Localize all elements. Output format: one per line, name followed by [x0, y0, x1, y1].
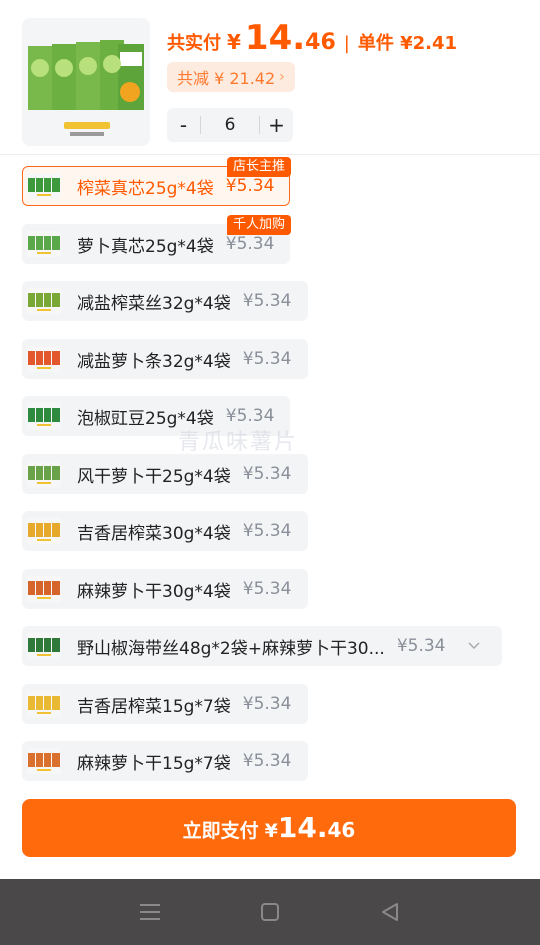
pay-amount-decimal: 46 [327, 818, 356, 842]
variant-name: 麻辣萝卜干15g*7袋 [77, 753, 231, 774]
variant-price: ¥5.34 [242, 521, 292, 541]
variant-option[interactable]: 麻辣萝卜干15g*7袋 ¥5.34 [22, 741, 308, 781]
variant-price: ¥5.34 [242, 464, 292, 484]
variant-price: ¥5.34 [225, 406, 275, 426]
variant-thumbnail [27, 518, 61, 544]
home-square-icon[interactable] [250, 892, 290, 932]
pay-now-button[interactable]: 立即支付 ¥ 14. 46 [22, 799, 516, 857]
quantity-stepper[interactable]: - 6 + [167, 108, 293, 142]
variant-name: 风干萝卜干25g*4袋 [77, 466, 231, 487]
product-image [22, 18, 150, 146]
variant-thumbnail [27, 403, 61, 429]
pay-button-label: 立即支付 [182, 820, 259, 842]
variant-name: 减盐萝卜条32g*4袋 [77, 351, 231, 372]
variant-thumbnail [27, 231, 61, 257]
variant-thumbnail [27, 288, 61, 314]
variant-price: ¥5.34 [242, 291, 292, 311]
variant-thumbnail [27, 461, 61, 487]
variant-option[interactable]: 麻辣萝卜干30g*4袋 ¥5.34 [22, 569, 308, 609]
increment-button[interactable]: + [260, 113, 293, 137]
variant-thumbnail [27, 748, 61, 774]
variant-option[interactable]: 萝卜真芯25g*4袋 ¥5.34 千人加购 [22, 215, 291, 264]
variant-option[interactable]: 榨菜真芯25g*4袋 ¥5.34 店长主推 [22, 157, 291, 206]
variant-option[interactable]: 减盐榨菜丝32g*4袋 ¥5.34 [22, 281, 308, 321]
variant-thumbnail [27, 346, 61, 372]
total-price-line: 共实付 ¥ 14. 46 | 单件 ¥2.41 [167, 18, 457, 62]
total-label: 共实付 [167, 33, 221, 54]
variant-price: ¥5.34 [242, 751, 292, 771]
order-summary-header: 共实付 ¥ 14. 46 | 单件 ¥2.41 共减 ¥ 21.42 › - 6… [0, 0, 540, 155]
variant-option[interactable]: 风干萝卜干25g*4袋 ¥5.34 [22, 454, 308, 494]
variant-name: 萝卜真芯25g*4袋 [77, 236, 214, 257]
variant-name: 吉香居榨菜15g*7袋 [77, 696, 231, 717]
unit-price: 单件 ¥2.41 [357, 33, 458, 54]
discount-label: 共减 ¥ 21.42 [177, 69, 276, 88]
variant-thumbnail [27, 576, 61, 602]
variant-price: ¥5.34 [225, 176, 275, 196]
currency-symbol: ¥ [227, 30, 241, 54]
variant-price: ¥5.34 [242, 579, 292, 599]
quantity-value[interactable]: 6 [200, 116, 260, 134]
variant-name: 减盐榨菜丝32g*4袋 [77, 293, 231, 314]
variant-option[interactable]: 吉香居榨菜30g*4袋 ¥5.34 [22, 511, 308, 551]
chevron-down-icon[interactable] [467, 639, 480, 653]
watermark: 青瓜味薯片 [178, 430, 299, 455]
total-integer: 14. [244, 18, 306, 58]
variant-price: ¥5.34 [242, 694, 292, 714]
variant-thumbnail [27, 173, 61, 199]
discount-tag[interactable]: 共减 ¥ 21.42 › [167, 62, 295, 92]
decrement-button[interactable]: - [167, 113, 200, 137]
promo-badge: 店长主推 [226, 157, 291, 177]
variant-price: ¥5.34 [242, 349, 292, 369]
variant-price: ¥5.34 [396, 636, 446, 656]
separator: | [343, 33, 350, 54]
variant-thumbnail [27, 691, 61, 717]
system-navigation-bar [0, 879, 540, 945]
chevron-right-icon: › [279, 69, 285, 85]
variant-thumbnail [27, 633, 61, 659]
variant-name: 吉香居榨菜30g*4袋 [77, 523, 231, 544]
pay-amount-integer: 14. [277, 811, 328, 844]
variant-name: 野山椒海带丝48g*2袋+麻辣萝卜干30... [77, 638, 385, 659]
variant-name: 麻辣萝卜干30g*4袋 [77, 581, 231, 602]
total-decimal: 46 [305, 30, 336, 55]
variant-option[interactable]: 野山椒海带丝48g*2袋+麻辣萝卜干30... ¥5.34 [22, 626, 502, 666]
back-triangle-icon[interactable] [370, 892, 410, 932]
pay-currency: ¥ [264, 820, 278, 842]
variant-option[interactable]: 吉香居榨菜15g*7袋 ¥5.34 [22, 684, 308, 724]
variant-name: 榨菜真芯25g*4袋 [77, 178, 214, 199]
promo-badge: 千人加购 [226, 215, 291, 235]
variant-price: ¥5.34 [225, 234, 275, 254]
variant-option[interactable]: 减盐萝卜条32g*4袋 ¥5.34 [22, 339, 308, 379]
menu-icon[interactable] [130, 892, 170, 932]
